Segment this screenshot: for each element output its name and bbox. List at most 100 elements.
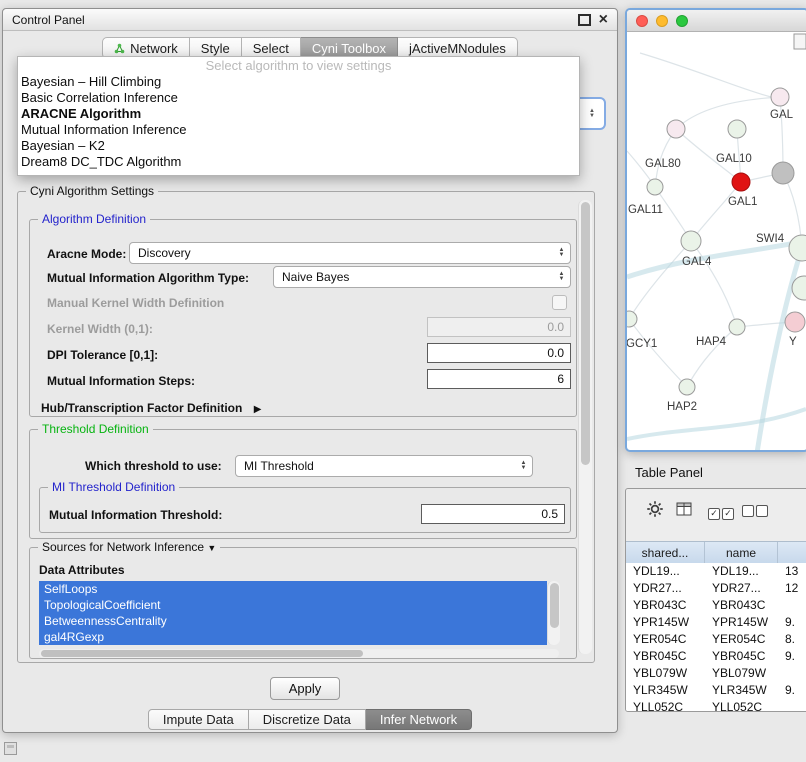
popup-item[interactable]: Bayesian – K2 xyxy=(18,138,579,154)
table-row[interactable]: YPR145WYPR145W9. xyxy=(626,614,806,631)
mi-steps-field[interactable]: 6 xyxy=(427,369,571,389)
settings-scrollbar-thumb[interactable] xyxy=(581,202,590,465)
table-row[interactable]: YDL19...YDL19...13 xyxy=(626,563,806,580)
table-header: shared... name xyxy=(626,541,806,565)
control-panel-titlebar: Control Panel × xyxy=(3,9,617,31)
expand-right-icon: ▶ xyxy=(254,404,262,415)
collapsed-panel-icon[interactable] xyxy=(4,742,17,755)
attributes-hscrollbar[interactable] xyxy=(39,649,559,658)
popup-item[interactable]: Mutual Information Inference xyxy=(18,122,579,138)
settings-scrollbar[interactable] xyxy=(578,200,592,654)
attributes-scrollbar-thumb[interactable] xyxy=(550,583,559,628)
network-node[interactable] xyxy=(681,231,701,251)
table-row[interactable]: YBR045CYBR045C9. xyxy=(626,648,806,665)
column-header-shared-name[interactable]: shared... xyxy=(626,542,705,564)
close-icon[interactable]: × xyxy=(599,12,608,28)
aracne-mode-label: Aracne Mode: xyxy=(47,247,126,261)
node-label: Y xyxy=(789,336,797,348)
network-node[interactable] xyxy=(772,162,794,184)
kernel-width-label: Kernel Width (0,1): xyxy=(47,322,153,336)
node-label: GCY1 xyxy=(627,338,657,350)
which-threshold-combo[interactable]: MI Threshold ▲▼ xyxy=(235,455,533,477)
table-row[interactable]: YLL052CYLL052C xyxy=(626,699,806,711)
control-panel-title: Control Panel xyxy=(12,13,85,27)
table-panel-title: Table Panel xyxy=(625,460,806,486)
tab-discretize-data[interactable]: Discretize Data xyxy=(249,709,366,730)
column-header-name[interactable]: name xyxy=(705,542,778,564)
checked-box-icon: ✓ xyxy=(722,508,734,520)
network-node-selected[interactable] xyxy=(732,173,750,191)
popup-item-selected[interactable]: ARACNE Algorithm xyxy=(18,106,579,122)
attributes-scrollbar[interactable] xyxy=(547,581,560,645)
hub-section-toggle[interactable]: Hub/Transcription Factor Definition ▶ xyxy=(41,401,261,415)
manual-kernel-label: Manual Kernel Width Definition xyxy=(47,296,224,310)
minimize-traffic-light-icon[interactable] xyxy=(656,15,668,27)
tab-network-label: Network xyxy=(130,41,178,56)
column-header-extra[interactable] xyxy=(778,542,806,564)
tab-impute-data[interactable]: Impute Data xyxy=(148,709,249,730)
table-row[interactable]: YER054CYER054C8. xyxy=(626,631,806,648)
dpi-tolerance-label: DPI Tolerance [0,1]: xyxy=(47,348,158,362)
network-node[interactable] xyxy=(771,88,789,106)
algorithm-combo-arrow[interactable]: ▲▼ xyxy=(578,97,606,130)
mi-type-label: Mutual Information Algorithm Type: xyxy=(47,271,249,285)
popup-placeholder[interactable]: Select algorithm to view settings xyxy=(18,57,579,74)
mi-threshold-group-title: MI Threshold Definition xyxy=(48,480,179,494)
node-label: GAL1 xyxy=(728,196,757,208)
attribute-item-selected[interactable]: gal4RGexp xyxy=(39,629,547,645)
network-canvas[interactable]: GAL GAL80 GAL10 GAL11 GAL1 SWI4 GAL4 GCY… xyxy=(627,32,806,451)
combo-arrows-icon: ▲▼ xyxy=(553,243,570,263)
tab-infer-network[interactable]: Infer Network xyxy=(366,709,472,730)
kernel-width-field[interactable]: 0.0 xyxy=(427,317,571,337)
which-threshold-label: Which threshold to use: xyxy=(85,459,222,473)
attribute-item-selected[interactable]: BetweennessCentrality xyxy=(39,613,547,629)
table-row[interactable]: YBR043CYBR043C xyxy=(626,597,806,614)
algorithm-dropdown-popup: Select algorithm to view settings Bayesi… xyxy=(17,56,580,176)
popup-item[interactable]: Bayesian – Hill Climbing xyxy=(18,74,579,90)
table-panel-window: ✓✓ shared... name YDL19...YDL19...13 YDR… xyxy=(625,488,806,712)
apply-button[interactable]: Apply xyxy=(270,677,340,700)
node-label: GAL xyxy=(770,109,794,121)
node-label: HAP4 xyxy=(696,336,727,348)
sources-group-title[interactable]: Sources for Network Inference ▼ xyxy=(38,540,220,554)
float-window-icon[interactable] xyxy=(578,14,591,26)
network-node[interactable] xyxy=(679,379,695,395)
table-row[interactable]: YLR345WYLR345W9. xyxy=(626,682,806,699)
settings-group-title: Cyni Algorithm Settings xyxy=(26,184,158,198)
table-body: YDL19...YDL19...13 YDR27...YDR27...12 YB… xyxy=(626,563,806,711)
attributes-hscrollbar-thumb[interactable] xyxy=(41,650,363,657)
attribute-item-selected[interactable]: TopologicalCoefficient xyxy=(39,597,547,613)
network-node[interactable] xyxy=(627,311,637,327)
mi-type-combo[interactable]: Naive Bayes ▲▼ xyxy=(273,266,571,288)
network-node[interactable] xyxy=(729,319,745,335)
mi-threshold-field[interactable]: 0.5 xyxy=(421,504,565,524)
algorithm-definition-title: Algorithm Definition xyxy=(38,212,150,226)
network-node[interactable] xyxy=(789,235,806,261)
popup-item[interactable]: Dream8 DC_TDC Algorithm xyxy=(18,154,579,170)
table-row[interactable]: YBL079WYBL079W xyxy=(626,665,806,682)
node-label: GAL4 xyxy=(682,256,712,268)
unchecked-box-icon xyxy=(742,505,754,517)
deselect-all-columns-button[interactable] xyxy=(742,505,770,520)
network-node[interactable] xyxy=(647,179,663,195)
table-options-button[interactable] xyxy=(646,500,664,521)
node-label: SWI4 xyxy=(756,233,785,245)
network-node[interactable] xyxy=(728,120,746,138)
table-row[interactable]: YDR27...YDR27...12 xyxy=(626,580,806,597)
aracne-mode-combo[interactable]: Discovery ▲▼ xyxy=(129,242,571,264)
node-label: HAP2 xyxy=(667,401,697,413)
zoom-traffic-light-icon[interactable] xyxy=(676,15,688,27)
combo-arrows-icon: ▲▼ xyxy=(553,267,570,287)
bottom-tabs: Impute Data Discretize Data Infer Networ… xyxy=(3,709,617,730)
close-traffic-light-icon[interactable] xyxy=(636,15,648,27)
data-attributes-list: SelfLoops TopologicalCoefficient Between… xyxy=(39,581,547,645)
select-all-columns-button[interactable]: ✓✓ xyxy=(708,505,736,520)
dpi-tolerance-field[interactable]: 0.0 xyxy=(427,343,571,363)
network-window-titlebar xyxy=(627,10,806,32)
network-node[interactable] xyxy=(667,120,685,138)
attribute-item-selected[interactable]: SelfLoops xyxy=(39,581,547,597)
show-columns-button[interactable] xyxy=(676,502,693,520)
network-node[interactable] xyxy=(785,312,805,332)
popup-item[interactable]: Basic Correlation Inference xyxy=(18,90,579,106)
manual-kernel-checkbox[interactable] xyxy=(552,295,567,310)
